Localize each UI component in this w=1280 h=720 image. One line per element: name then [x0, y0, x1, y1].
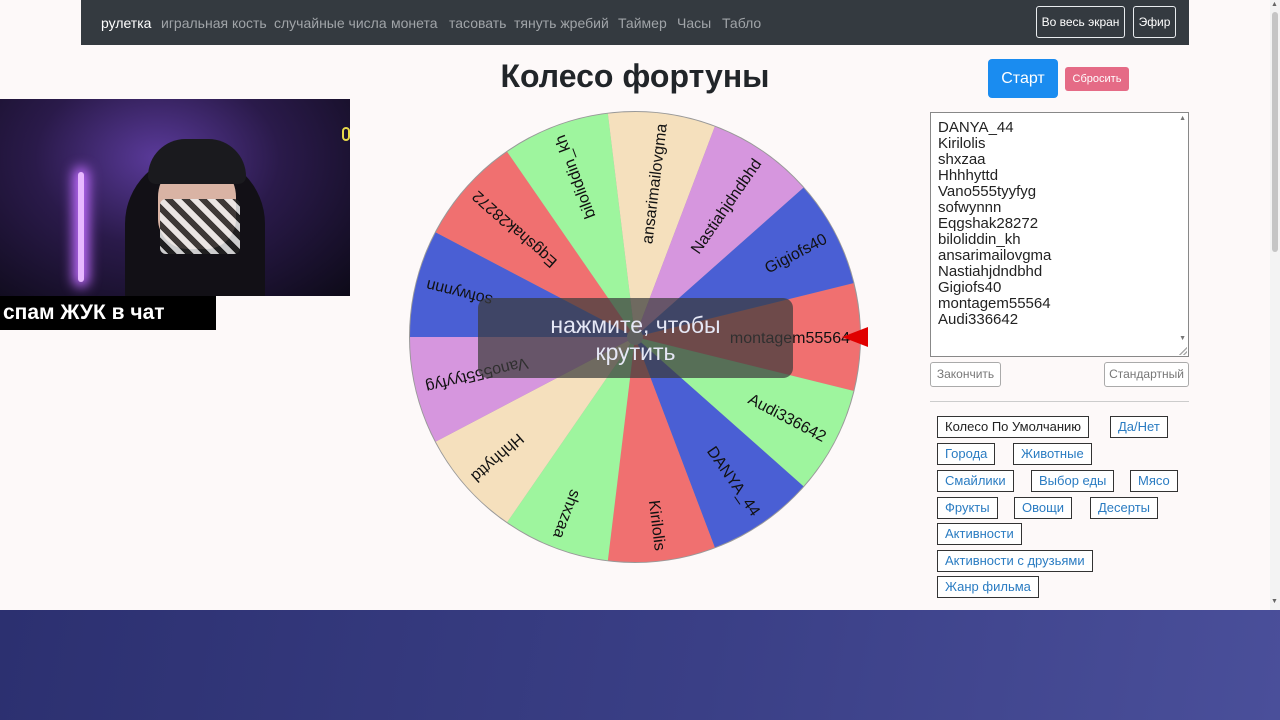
- resize-grip-icon[interactable]: [1179, 347, 1187, 355]
- entry-line: Vano555tyyfyg: [938, 183, 1037, 200]
- top-navbar: рулетка игральная кость случайные числа …: [81, 0, 1189, 45]
- nav-link-dice[interactable]: игральная кость: [161, 15, 267, 31]
- standard-button[interactable]: Стандартный: [1104, 362, 1189, 387]
- entry-line: Eqgshak28272: [938, 215, 1039, 232]
- entry-line: Audi336642: [938, 311, 1019, 328]
- preset-button[interactable]: Жанр фильма: [937, 576, 1039, 598]
- live-button[interactable]: Эфир: [1133, 6, 1176, 38]
- finish-button[interactable]: Закончить: [930, 362, 1001, 387]
- entry-line: biloliddin_kh: [938, 231, 1021, 248]
- scrollbar-thumb[interactable]: [1272, 12, 1278, 252]
- preset-button[interactable]: Мясо: [1130, 470, 1178, 492]
- webcam-video: [0, 99, 350, 296]
- nav-link-clock[interactable]: Часы: [677, 15, 711, 31]
- preset-button[interactable]: Города: [937, 443, 996, 465]
- preset-button[interactable]: Активности: [937, 523, 1022, 545]
- preset-button[interactable]: Животные: [1013, 443, 1092, 465]
- nav-link-roulette[interactable]: рулетка: [101, 15, 151, 31]
- entry-line: shxzaa: [938, 151, 986, 168]
- nav-link-draw-lots[interactable]: тянуть жребий: [514, 15, 609, 31]
- preset-button[interactable]: Активности с друзьями: [937, 550, 1093, 572]
- preset-button[interactable]: Да/Нет: [1110, 416, 1168, 438]
- scroll-down-icon[interactable]: ▼: [1179, 335, 1186, 342]
- bottom-stream-area: [0, 610, 1280, 720]
- person-scarf: [160, 199, 240, 254]
- person-cap: [148, 139, 246, 184]
- preset-button[interactable]: Фрукты: [937, 497, 998, 519]
- scroll-up-arrow-icon[interactable]: ▲: [1271, 1, 1278, 8]
- entry-line: montagem55564: [938, 295, 1051, 312]
- entry-line: ansarimailovgma: [938, 247, 1052, 264]
- entry-line: Gigiofs40: [938, 279, 1002, 296]
- fullscreen-button[interactable]: Во весь экран: [1036, 6, 1125, 38]
- stream-overlay-text: спам ЖУК в чат: [0, 296, 216, 330]
- preset-button[interactable]: Десерты: [1090, 497, 1159, 519]
- nav-link-shuffle[interactable]: тасовать: [449, 15, 506, 31]
- page-scrollbar[interactable]: ▲ ▼: [1270, 0, 1280, 610]
- preset-button[interactable]: Выбор еды: [1031, 470, 1115, 492]
- divider: [930, 401, 1189, 402]
- spin-prompt-line-1: нажмите, чтобы: [550, 312, 721, 338]
- nav-link-random-numbers[interactable]: случайные числа: [274, 15, 387, 31]
- nav-link-timer[interactable]: Таймер: [618, 15, 667, 31]
- page-title: Колесо фортуны: [500, 58, 770, 94]
- entry-line: sofwynnn: [938, 199, 1002, 216]
- preset-button[interactable]: Смайлики: [937, 470, 1014, 492]
- scroll-up-icon[interactable]: ▲: [1179, 115, 1186, 122]
- nav-link-coin[interactable]: монета: [391, 15, 438, 31]
- nav-link-scoreboard[interactable]: Табло: [722, 15, 761, 31]
- entry-line: Kirilolis: [938, 135, 986, 152]
- preset-button[interactable]: Овощи: [1014, 497, 1073, 519]
- preset-button[interactable]: Колесо По Умолчанию: [937, 416, 1090, 438]
- entry-line: Nastiahjdndbhd: [938, 263, 1043, 280]
- entry-line: Hhhhyttd: [938, 167, 999, 184]
- spin-prompt-line-2: крутить: [595, 339, 676, 365]
- reset-button[interactable]: Сбросить: [1065, 67, 1129, 91]
- entry-line: DANYA_44: [938, 119, 1014, 136]
- background-shape: [342, 127, 350, 141]
- start-button[interactable]: Старт: [988, 59, 1058, 98]
- scroll-down-arrow-icon[interactable]: ▼: [1271, 598, 1278, 605]
- led-light: [78, 172, 84, 282]
- entries-textarea[interactable]: ▲ ▼ DANYA_44 Kirilolis shxzaa Hhhhyttd Vano5…: [930, 112, 1189, 357]
- spin-prompt[interactable]: нажмите, чтобы крутить: [478, 298, 793, 378]
